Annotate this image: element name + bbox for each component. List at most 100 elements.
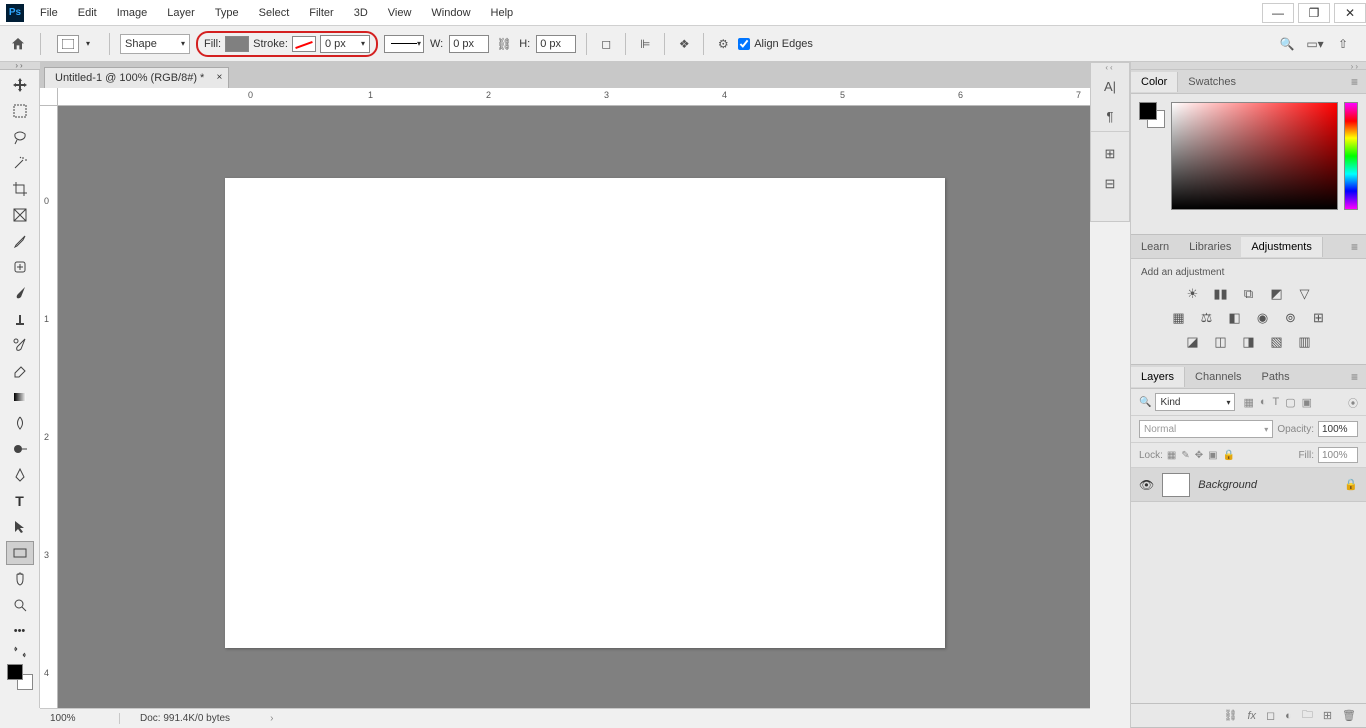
filter-adjust-icon[interactable]: ◐ — [1260, 396, 1267, 409]
link-layers-icon[interactable]: ⛓ — [1223, 709, 1237, 722]
workspace-icon[interactable]: ▭▾ — [1306, 35, 1324, 53]
blur-tool[interactable] — [6, 411, 34, 435]
filter-pixel-icon[interactable]: ▦ — [1243, 396, 1253, 409]
properties-panel-icon[interactable]: ⊞ — [1096, 141, 1124, 167]
tab-color[interactable]: Color — [1131, 72, 1178, 92]
path-arrangement-icon[interactable]: ❖ — [675, 35, 693, 53]
filter-smart-icon[interactable]: ▣ — [1302, 396, 1312, 409]
dodge-tool[interactable] — [6, 437, 34, 461]
lock-position-icon[interactable]: ✥ — [1195, 450, 1203, 461]
canvas[interactable] — [225, 178, 945, 648]
filter-type-icon[interactable]: T — [1273, 396, 1280, 409]
menu-window[interactable]: Window — [421, 3, 480, 23]
lock-artboard-icon[interactable]: ▣ — [1208, 450, 1217, 461]
hue-slider[interactable] — [1344, 102, 1358, 210]
new-layer-icon[interactable]: ⊞ — [1323, 709, 1332, 722]
stroke-color-swatch[interactable] — [292, 36, 316, 52]
lut-icon[interactable]: ⊞ — [1310, 310, 1328, 326]
home-button[interactable] — [6, 32, 30, 56]
ruler-horizontal[interactable]: 0 1 2 3 4 5 6 7 — [58, 88, 1090, 106]
eraser-tool[interactable] — [6, 359, 34, 383]
layer-thumbnail[interactable] — [1162, 473, 1190, 497]
frame-tool[interactable] — [6, 203, 34, 227]
clone-stamp-tool[interactable] — [6, 307, 34, 331]
layer-item[interactable]: 👁 Background 🔒 — [1131, 468, 1366, 502]
panel-menu-icon[interactable]: ≡ — [1343, 370, 1366, 384]
tab-learn[interactable]: Learn — [1131, 237, 1179, 257]
search-icon[interactable]: 🔍 — [1278, 35, 1296, 53]
visibility-icon[interactable]: 👁 — [1139, 478, 1154, 492]
menu-file[interactable]: File — [30, 3, 68, 23]
menu-type[interactable]: Type — [205, 3, 249, 23]
selective-color-icon[interactable]: ▥ — [1296, 334, 1314, 350]
panel-menu-icon[interactable]: ≡ — [1343, 75, 1366, 89]
toolbar-expand-handle[interactable]: ›› — [0, 62, 40, 70]
maximize-button[interactable]: ❐ — [1298, 3, 1330, 23]
stroke-style-dropdown[interactable] — [384, 35, 424, 53]
menu-edit[interactable]: Edit — [68, 3, 107, 23]
crop-tool[interactable] — [6, 177, 34, 201]
tab-swatches[interactable]: Swatches — [1178, 72, 1246, 92]
lock-transparency-icon[interactable]: ▦ — [1167, 450, 1176, 461]
zoom-level[interactable]: 100% — [40, 713, 120, 724]
doc-info[interactable]: Doc: 991.4K/0 bytes — [120, 713, 230, 724]
filter-toggle[interactable]: ⦿ — [1348, 395, 1358, 410]
color-fgbg[interactable] — [1139, 102, 1165, 128]
tab-libraries[interactable]: Libraries — [1179, 237, 1241, 257]
layer-lock-icon[interactable]: 🔒 — [1344, 478, 1358, 491]
filter-shape-icon[interactable]: ▢ — [1285, 396, 1295, 409]
curves-icon[interactable]: ⧉ — [1240, 286, 1258, 302]
tool-preset-picker[interactable] — [57, 35, 79, 53]
panel-expand-handle[interactable]: ‹‹ — [1091, 63, 1129, 71]
align-edges-input[interactable] — [738, 38, 750, 50]
character-panel-icon[interactable]: A| — [1096, 73, 1124, 99]
posterize-icon[interactable]: ◫ — [1212, 334, 1230, 350]
layer-name[interactable]: Background — [1198, 479, 1257, 491]
menu-filter[interactable]: Filter — [299, 3, 343, 23]
tab-paths[interactable]: Paths — [1252, 367, 1300, 387]
close-button[interactable]: ✕ — [1334, 3, 1366, 23]
share-icon[interactable]: ⇧ — [1334, 35, 1352, 53]
height-input[interactable]: 0 px — [536, 35, 576, 53]
rectangle-tool[interactable] — [6, 541, 34, 565]
edit-toolbar[interactable]: ••• — [6, 619, 34, 643]
ruler-vertical[interactable]: 0 1 2 3 4 — [40, 106, 58, 708]
path-alignment-icon[interactable]: ⊫ — [636, 35, 654, 53]
blend-mode-dropdown[interactable]: Normal — [1139, 420, 1273, 438]
panels-collapse-handle[interactable]: ›› — [1131, 62, 1366, 70]
magic-wand-tool[interactable] — [6, 151, 34, 175]
align-edges-checkbox[interactable]: Align Edges — [738, 38, 813, 50]
menu-select[interactable]: Select — [249, 3, 300, 23]
group-icon[interactable]: 🗀 — [1302, 706, 1313, 725]
invert-icon[interactable]: ◪ — [1184, 334, 1202, 350]
path-operations-icon[interactable]: ◻ — [597, 35, 615, 53]
lock-all-icon[interactable]: 🔒 — [1223, 450, 1235, 461]
opacity-input[interactable]: 100% — [1318, 421, 1358, 437]
delete-layer-icon[interactable]: 🗑 — [1342, 709, 1356, 722]
menu-3d[interactable]: 3D — [344, 3, 378, 23]
type-tool[interactable]: T — [6, 489, 34, 513]
layer-kind-filter[interactable]: Kind — [1155, 393, 1235, 411]
channel-mixer-icon[interactable]: ⊚ — [1282, 310, 1300, 326]
width-input[interactable]: 0 px — [449, 35, 489, 53]
vibrance-icon[interactable]: ▽ — [1296, 286, 1314, 302]
fill-color-swatch[interactable] — [225, 36, 249, 52]
move-tool[interactable] — [6, 73, 34, 97]
foreground-color[interactable] — [7, 664, 23, 680]
color-fg-swatch[interactable] — [1139, 102, 1157, 120]
color-spectrum[interactable] — [1171, 102, 1338, 210]
stroke-width-input[interactable]: 0 px — [320, 35, 370, 53]
document-tab[interactable]: Untitled-1 @ 100% (RGB/8#) * × — [44, 67, 229, 88]
swap-colors-icon[interactable] — [6, 645, 34, 659]
healing-brush-tool[interactable] — [6, 255, 34, 279]
tab-adjustments[interactable]: Adjustments — [1241, 237, 1323, 257]
layer-style-icon[interactable]: fx — [1247, 710, 1256, 722]
exposure-icon[interactable]: ◩ — [1268, 286, 1286, 302]
brush-tool[interactable] — [6, 281, 34, 305]
minimize-button[interactable]: — — [1262, 3, 1294, 23]
marquee-tool[interactable] — [6, 99, 34, 123]
photo-filter-icon[interactable]: ◉ — [1254, 310, 1272, 326]
tab-layers[interactable]: Layers — [1131, 367, 1185, 387]
foreground-background-colors[interactable] — [7, 664, 33, 690]
threshold-icon[interactable]: ◨ — [1240, 334, 1258, 350]
